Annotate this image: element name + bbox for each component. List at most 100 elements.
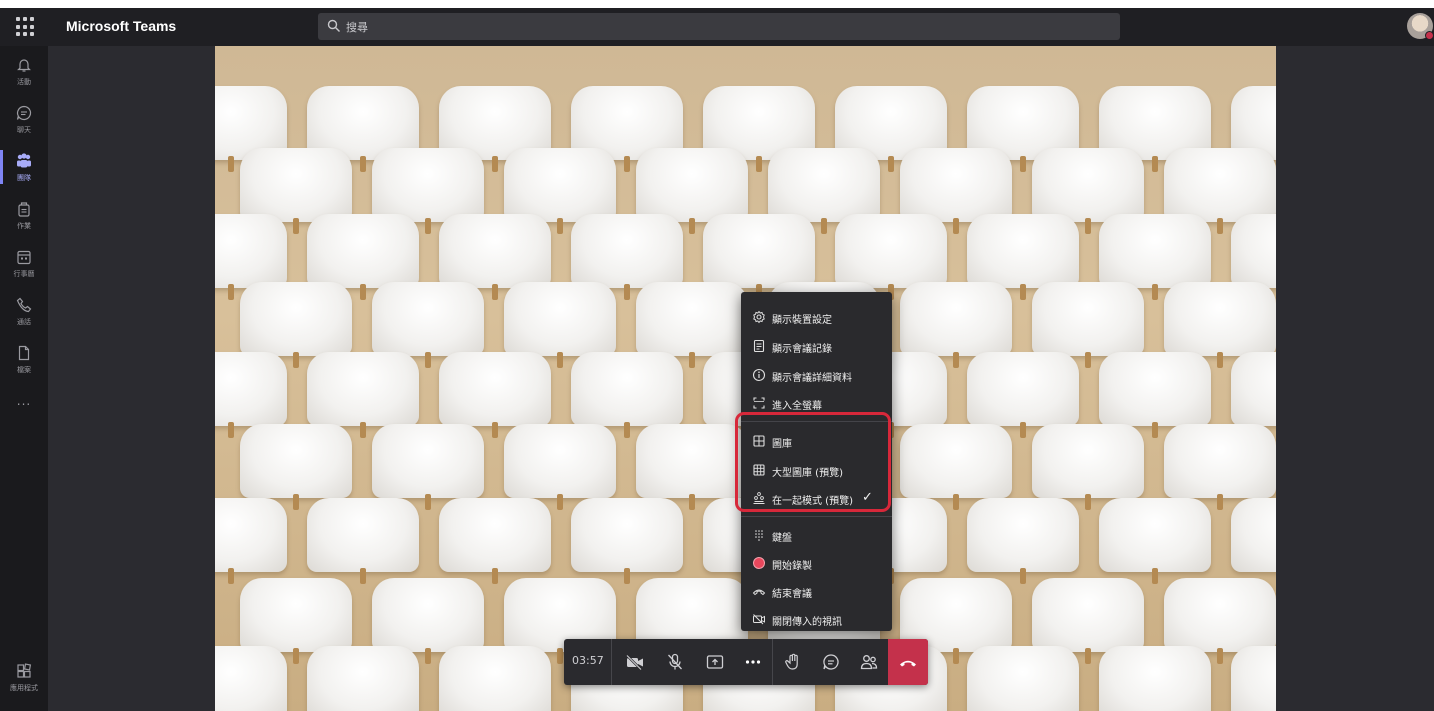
seat (1164, 578, 1276, 664)
seat (1231, 498, 1276, 572)
seat (439, 352, 551, 438)
chat-button[interactable] (812, 639, 848, 685)
menu-item-label: 進入全螢幕 (772, 401, 822, 412)
seat (240, 282, 352, 368)
seat (439, 214, 551, 300)
separator (611, 639, 612, 685)
menu-item-label: 顯示會議詳細資料 (772, 373, 852, 384)
rail-item-calendar[interactable]: 行事曆 (0, 242, 48, 290)
rail-item-label: 應用程式 (10, 684, 38, 692)
rail-item-label: 行事曆 (13, 270, 35, 278)
seat (636, 148, 748, 234)
seat (571, 214, 683, 300)
seat (1164, 424, 1276, 510)
seat (1032, 578, 1144, 664)
rail-item-assignments[interactable]: 作業 (0, 194, 48, 242)
share-screen-icon (706, 655, 724, 669)
rail-item-apps[interactable]: 應用程式 (0, 656, 48, 704)
seat (504, 148, 616, 234)
menu-item-label: 鍵盤 (772, 533, 792, 544)
seat (215, 214, 287, 300)
raise-hand-button[interactable] (774, 639, 810, 685)
seat (900, 148, 1012, 234)
seat (1164, 148, 1276, 234)
seat (1231, 646, 1276, 711)
seat (900, 424, 1012, 510)
avatar[interactable] (1407, 13, 1434, 40)
seat (1099, 214, 1211, 300)
more-apps-button[interactable]: ... (0, 394, 48, 408)
chat-icon (16, 105, 32, 121)
hang-up-icon (900, 660, 916, 667)
seat (900, 282, 1012, 368)
menu-item-label: 結束會議 (772, 589, 812, 600)
camera-toggle-button[interactable] (616, 639, 652, 685)
mic-toggle-button[interactable] (656, 639, 692, 685)
teams-window: Microsoft Teams 搜尋 活動 聊天 團隊 作業 行事曆 通話 檔案… (0, 8, 1434, 711)
app-title: Microsoft Teams (66, 18, 177, 34)
record-icon (753, 557, 765, 569)
more-options-button[interactable] (734, 639, 770, 685)
file-icon (18, 345, 30, 361)
seat (1099, 646, 1211, 711)
seat (215, 498, 287, 584)
participants-icon (860, 655, 878, 670)
search-box[interactable]: 搜尋 (318, 13, 1120, 40)
presence-busy-icon (1425, 31, 1434, 40)
calendar-icon (17, 250, 31, 265)
seat (1099, 352, 1211, 438)
seat (372, 424, 484, 510)
rail-item-label: 檔案 (17, 366, 31, 374)
seat (703, 214, 815, 300)
seat (215, 646, 287, 711)
search-placeholder: 搜尋 (346, 21, 368, 34)
seat (504, 282, 616, 368)
top-bar: Microsoft Teams 搜尋 (0, 8, 1434, 46)
rail-item-label: 團隊 (17, 174, 31, 182)
apps-icon (17, 663, 32, 678)
keypad-icon (755, 530, 763, 541)
seat (439, 646, 551, 711)
search-icon (327, 19, 340, 32)
rail-item-teams[interactable]: 團隊 (0, 146, 48, 194)
seat (1231, 214, 1276, 288)
seat (1099, 498, 1211, 584)
menu-item-meeting-notes[interactable]: 顯示會議記錄 (741, 335, 892, 359)
seat (372, 282, 484, 368)
seat (372, 148, 484, 234)
app-launcher-icon[interactable] (16, 17, 36, 37)
seat (439, 498, 551, 584)
seat (307, 646, 419, 711)
rail-item-activity[interactable]: 活動 (0, 50, 48, 98)
hang-up-button[interactable] (888, 639, 928, 685)
seat (1032, 424, 1144, 510)
seat (1032, 148, 1144, 234)
seat (835, 214, 947, 300)
notes-icon (753, 339, 765, 353)
rail-item-files[interactable]: 檔案 (0, 338, 48, 386)
menu-item-device-settings[interactable]: 顯示裝置設定 (741, 306, 892, 330)
teams-icon (17, 153, 31, 168)
share-screen-button[interactable] (696, 639, 732, 685)
raise-hand-icon (785, 653, 798, 670)
seat (967, 498, 1079, 584)
menu-item-turn-off-incoming-video[interactable]: 關閉傳入的視訊 (741, 608, 892, 632)
menu-item-keypad[interactable]: 鍵盤 (741, 524, 892, 548)
participants-button[interactable] (850, 639, 886, 685)
seat (967, 352, 1079, 438)
rail-item-chat[interactable]: 聊天 (0, 98, 48, 146)
camera-off-icon (626, 654, 643, 671)
seat (1231, 352, 1276, 426)
chat-icon (823, 654, 839, 670)
bell-icon (17, 59, 31, 72)
rail-item-calls[interactable]: 通話 (0, 290, 48, 338)
seat (372, 578, 484, 664)
view-options-highlight (735, 412, 891, 512)
menu-item-start-recording[interactable]: 開始錄製 (741, 552, 892, 576)
rail-item-label: 活動 (17, 78, 31, 86)
menu-item-end-meeting[interactable]: 結束會議 (741, 580, 892, 604)
seat (636, 424, 748, 510)
menu-item-label: 開始錄製 (772, 561, 812, 572)
menu-item-meeting-details[interactable]: 顯示會議詳細資料 (741, 364, 892, 388)
seat (967, 214, 1079, 300)
